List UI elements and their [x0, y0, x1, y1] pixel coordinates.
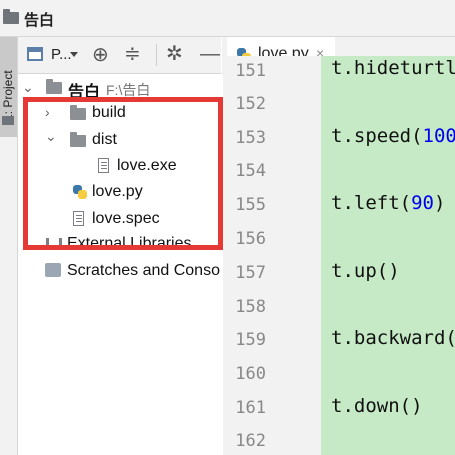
code-token: t.left( [331, 192, 412, 214]
project-toolbar [18, 37, 221, 74]
code-line[interactable]: t.backward( [331, 327, 455, 349]
locate-icon[interactable]: ⊕ [92, 45, 109, 65]
folder-icon [46, 79, 62, 94]
folder-icon [2, 116, 14, 125]
code-viewport: t.hideturtle() t.speed(100 t.left(90) t.… [321, 56, 455, 455]
code-line[interactable]: t.left(90) [331, 192, 445, 214]
line-number: 158 [235, 297, 266, 317]
line-number: 153 [235, 128, 266, 148]
line-number: 162 [235, 431, 266, 451]
code-line[interactable]: t.hideturtle() [331, 57, 455, 79]
code-number: 90 [411, 192, 434, 214]
chevron-down-icon[interactable]: ⌄ [22, 79, 34, 96]
project-view-selector[interactable]: P... [51, 46, 72, 63]
line-number: 161 [235, 398, 266, 418]
code-number: 100 [422, 125, 455, 147]
project-view-icon[interactable] [27, 47, 43, 61]
code-line[interactable]: t.down() [331, 395, 423, 417]
tree-item-scratches-clip: Scratches and Consoles [67, 262, 221, 284]
line-number: 156 [235, 229, 266, 249]
collapse-all-icon[interactable]: ≑ [124, 44, 141, 64]
line-number: 159 [235, 330, 266, 350]
line-number-gutter [223, 56, 321, 455]
gear-icon[interactable]: ✲ [166, 44, 183, 64]
code-line[interactable]: t.up() [331, 260, 400, 282]
line-number: 155 [235, 195, 266, 215]
chevron-down-icon[interactable] [70, 52, 78, 57]
line-number: 154 [235, 161, 266, 181]
highlight-box [23, 97, 223, 250]
project-folder-icon [3, 9, 19, 24]
code-token: ) [433, 192, 446, 214]
code-token: t.speed( [331, 125, 423, 147]
line-number: 152 [235, 94, 266, 114]
toolbar-separator [156, 44, 157, 66]
title-bar [0, 0, 455, 37]
line-number: 157 [235, 263, 266, 283]
project-tool-label[interactable]: 1: Project [1, 37, 15, 121]
hide-icon[interactable]: — [200, 44, 220, 64]
line-number: 160 [235, 364, 266, 384]
scratches-icon [45, 263, 61, 277]
code-line[interactable]: t.speed(100 [331, 125, 455, 147]
tree-item-scratches[interactable]: Scratches and Consoles [67, 262, 221, 280]
line-number: 151 [235, 61, 266, 81]
window-title: 告白 [24, 12, 55, 29]
